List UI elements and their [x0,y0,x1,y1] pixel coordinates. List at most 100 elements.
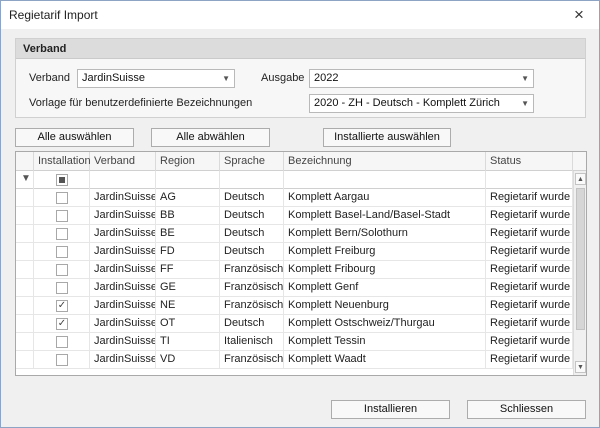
column-header-region[interactable]: Region [156,152,220,171]
install-button[interactable]: Installieren [331,400,450,419]
filter-verband[interactable] [90,171,156,189]
filter-checkbox[interactable] [56,174,68,186]
cell-region: AG [156,189,220,207]
cell-sprache: Französisch [220,297,284,315]
ausgabe-select[interactable]: 2022 ▼ [309,69,534,88]
cell-status: Regietarif wurde ... [486,225,573,243]
cell-status: Regietarif wurde ... [486,189,573,207]
cell-status: Regietarif wurde ... [486,207,573,225]
cell-sprache: Deutsch [220,225,284,243]
cell-verband: JardinSuisse [90,279,156,297]
deselect-all-button[interactable]: Alle abwählen [151,128,270,147]
chevron-down-icon[interactable]: ▼ [521,70,529,87]
cell-region: VD [156,351,220,369]
filter-status[interactable] [486,171,573,189]
cell-installation: ✓ [34,315,90,333]
cell-verband: JardinSuisse [90,351,156,369]
cell-verband: JardinSuisse [90,225,156,243]
vertical-scrollbar[interactable]: ▲ ▼ [573,171,586,375]
cell-sprache: Französisch [220,351,284,369]
triangle-up-icon[interactable]: ▲ [575,173,586,185]
cell-verband: JardinSuisse [90,261,156,279]
close-icon[interactable]: × [569,5,589,25]
scroll-thumb[interactable] [576,188,585,330]
install-checkbox[interactable]: ✓ [56,318,68,330]
filter-region[interactable] [156,171,220,189]
table-row[interactable]: JardinSuisse FF Französisch Komplett Fribou… [16,261,573,279]
cell-row-indicator [16,207,34,225]
install-checkbox[interactable] [56,228,68,240]
table-row[interactable]: JardinSuisse BE Deutsch Komplett Bern/Solot… [16,225,573,243]
cell-region: BB [156,207,220,225]
cell-status: Regietarif wurde ... [486,315,573,333]
install-checkbox[interactable] [56,354,68,366]
cell-bezeichnung: Komplett Bern/Solothurn [284,225,486,243]
verband-value: JardinSuisse [82,72,145,84]
column-header-sprache[interactable]: Sprache [220,152,284,171]
cell-sprache: Französisch [220,279,284,297]
chevron-down-icon[interactable]: ▼ [222,70,230,87]
cell-sprache: Deutsch [220,243,284,261]
cell-installation [34,243,90,261]
filter-row: ▼ [16,171,573,189]
column-header-bezeichnung[interactable]: Bezeichnung [284,152,486,171]
column-header-installation[interactable]: Installation [34,152,91,171]
cell-status: Regietarif wurde ... [486,297,573,315]
cell-sprache: Deutsch [220,189,284,207]
cell-row-indicator [16,279,34,297]
install-checkbox[interactable]: ✓ [56,300,68,312]
cell-sprache: Deutsch [220,207,284,225]
cell-bezeichnung: Komplett Fribourg [284,261,486,279]
close-button[interactable]: Schliessen [467,400,586,419]
select-installed-button[interactable]: Installierte auswählen [323,128,451,147]
install-checkbox[interactable] [56,210,68,222]
vorlage-value: 2020 - ZH - Deutsch - Komplett Zürich [314,97,500,109]
grid-header: Installation Verband Region Sprache Beze… [16,152,586,171]
table-row[interactable]: JardinSuisse FD Deutsch Komplett Freiburg Re… [16,243,573,261]
cell-sprache: Italienisch [220,333,284,351]
table-row[interactable]: JardinSuisse GE Französisch Komplett Genf Re… [16,279,573,297]
cell-bezeichnung: Komplett Freiburg [284,243,486,261]
filter-bezeichnung[interactable] [284,171,486,189]
cell-status: Regietarif wurde ... [486,351,573,369]
table-row[interactable]: JardinSuisse BB Deutsch Komplett Basel-Land… [16,207,573,225]
verband-select[interactable]: JardinSuisse ▼ [77,69,235,88]
install-checkbox[interactable] [56,246,68,258]
triangle-down-icon[interactable]: ▼ [575,361,586,373]
table-row[interactable]: JardinSuisse AG Deutsch Komplett Aargau Regi… [16,189,573,207]
column-header-status[interactable]: Status [486,152,573,171]
install-checkbox[interactable] [56,264,68,276]
install-checkbox[interactable] [56,336,68,348]
cell-bezeichnung: Komplett Tessin [284,333,486,351]
filter-installation[interactable] [34,171,90,189]
table-row[interactable]: JardinSuisse VD Französisch Komplett Waadt R… [16,351,573,369]
cell-installation [34,207,90,225]
chevron-down-icon[interactable]: ▼ [521,95,529,112]
group-title: Verband [16,39,585,59]
table-row[interactable]: ✓ JardinSuisse NE Französisch Komplett Neuen… [16,297,573,315]
cell-verband: JardinSuisse [90,189,156,207]
table-row[interactable]: ✓ JardinSuisse OT Deutsch Komplett Ostschwei… [16,315,573,333]
table-row[interactable]: JardinSuisse TI Italienisch Komplett Tessin… [16,333,573,351]
tariff-grid: Installation Verband Region Sprache Beze… [15,151,587,376]
verband-label: Verband [29,72,70,84]
cell-region: FD [156,243,220,261]
install-checkbox[interactable] [56,282,68,294]
cell-bezeichnung: Komplett Waadt [284,351,486,369]
filter-sprache[interactable] [220,171,284,189]
filter-cell[interactable]: ▼ [16,171,34,189]
cell-installation [34,351,90,369]
cell-row-indicator [16,333,34,351]
vorlage-select[interactable]: 2020 - ZH - Deutsch - Komplett Zürich ▼ [309,94,534,113]
cell-region: GE [156,279,220,297]
title-bar: Regietarif Import × [1,1,599,29]
verband-group: Verband Verband JardinSuisse ▼ Ausgabe 2… [15,38,586,118]
funnel-icon[interactable]: ▼ [21,173,31,184]
header-indicator [16,152,34,171]
column-header-verband[interactable]: Verband [90,152,156,171]
select-all-button[interactable]: Alle auswählen [15,128,134,147]
install-checkbox[interactable] [56,192,68,204]
cell-status: Regietarif wurde ... [486,333,573,351]
cell-installation [34,189,90,207]
vorlage-label: Vorlage für benutzerdefinierte Bezeichnu… [29,97,253,109]
